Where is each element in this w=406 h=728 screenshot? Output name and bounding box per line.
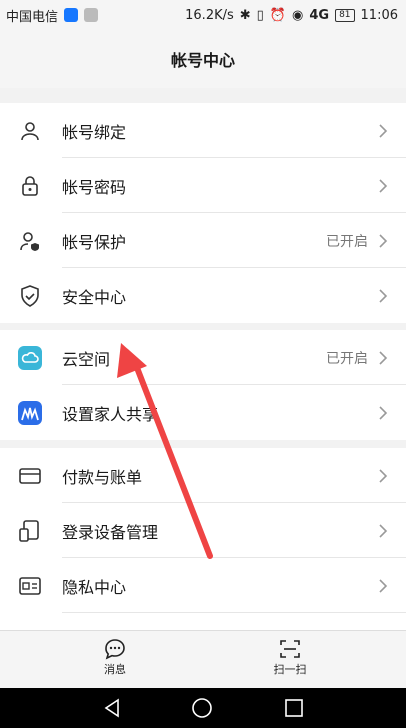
menu-item-label: 云空间: [62, 349, 111, 369]
menu-item-payment-billing[interactable]: 付款与账单: [0, 448, 406, 503]
status-text: 已开启: [326, 233, 368, 250]
nav-messages[interactable]: 消息: [55, 631, 175, 689]
menu-item-security-center[interactable]: 安全中心: [0, 268, 406, 323]
nav-messages-label: 消息: [104, 663, 126, 676]
qr-notification-icon: [84, 8, 99, 22]
bottom-navigation: 消息 扫一扫: [0, 630, 406, 689]
cloud-section: 云空间 已开启 设置家人共享: [0, 330, 406, 440]
battery-indicator: 81: [335, 8, 355, 22]
menu-item-account-password[interactable]: 帐号密码: [0, 158, 406, 213]
card-icon: [19, 468, 41, 484]
system-navigation-bar: [0, 688, 406, 728]
back-icon[interactable]: [100, 696, 124, 720]
message-icon: [105, 639, 125, 660]
menu-item-device-management[interactable]: 登录设备管理: [0, 503, 406, 558]
eye-icon: ◉: [292, 7, 304, 23]
menu-item-account-protection[interactable]: 帐号保护 已开启: [0, 213, 406, 268]
menu-item-label: 帐号密码: [62, 177, 127, 197]
menu-item-label: 帐号绑定: [62, 122, 127, 142]
menu-item-label: 设置家人共享: [62, 404, 159, 424]
page-header: 帐号中心: [0, 30, 406, 88]
chevron-right-icon: [379, 289, 388, 303]
chevron-right-icon: [379, 406, 388, 420]
menu-item-cloud-space[interactable]: 云空间 已开启: [0, 330, 406, 385]
menu-item-label: 付款与账单: [62, 467, 143, 487]
chevron-right-icon: [379, 469, 388, 483]
account-section: 帐号绑定 帐号密码 帐号保护 已开启 安全中心: [0, 103, 406, 323]
cloud-app-icon: [18, 346, 42, 370]
shield-check-icon: [21, 285, 39, 307]
carrier-label: 中国电信: [6, 9, 59, 25]
chevron-right-icon: [379, 351, 388, 365]
settings-section: 付款与账单 登录设备管理 隐私中心: [0, 448, 406, 630]
page-title: 帐号中心: [170, 51, 235, 70]
nav-scan-label: 扫一扫: [273, 663, 307, 676]
alarm-icon: ⏰: [269, 7, 287, 23]
menu-item-label: 隐私中心: [62, 577, 127, 597]
network-type: 4G: [309, 7, 330, 23]
menu-item-label: 帐号保护: [62, 232, 127, 252]
menu-item-account-binding[interactable]: 帐号绑定: [0, 103, 406, 158]
devices-icon: [19, 520, 39, 542]
bluetooth-icon: ✱: [239, 7, 251, 23]
chevron-right-icon: [379, 179, 388, 193]
clock: 11:06: [360, 7, 398, 23]
family-app-icon: [18, 401, 42, 425]
chevron-right-icon: [379, 234, 388, 248]
chevron-right-icon: [379, 524, 388, 538]
lock-icon: [22, 176, 38, 196]
nav-scan[interactable]: 扫一扫: [230, 631, 350, 689]
chevron-right-icon: [379, 124, 388, 138]
menu-item-family-sharing[interactable]: 设置家人共享: [0, 385, 406, 440]
menu-item-label: 安全中心: [62, 287, 127, 307]
menu-item-label: 登录设备管理: [62, 522, 159, 542]
vibrate-icon: ▯: [256, 7, 264, 23]
menu-item-partial[interactable]: [0, 613, 406, 630]
user-shield-icon: [20, 232, 39, 251]
status-text: 已开启: [326, 350, 368, 367]
scan-icon: [280, 640, 300, 658]
home-icon[interactable]: [190, 696, 214, 720]
user-icon: [21, 122, 39, 141]
privacy-icon: [19, 577, 41, 595]
menu-item-privacy-center[interactable]: 隐私中心: [0, 558, 406, 613]
chevron-right-icon: [379, 579, 388, 593]
app-notification-icon: [64, 8, 79, 22]
recents-icon[interactable]: [282, 696, 306, 720]
status-bar: 中国电信 16.2K/s ✱ ▯ ⏰ ◉ 4G 81 11:06: [0, 0, 406, 30]
network-speed: 16.2K/s: [185, 7, 234, 23]
